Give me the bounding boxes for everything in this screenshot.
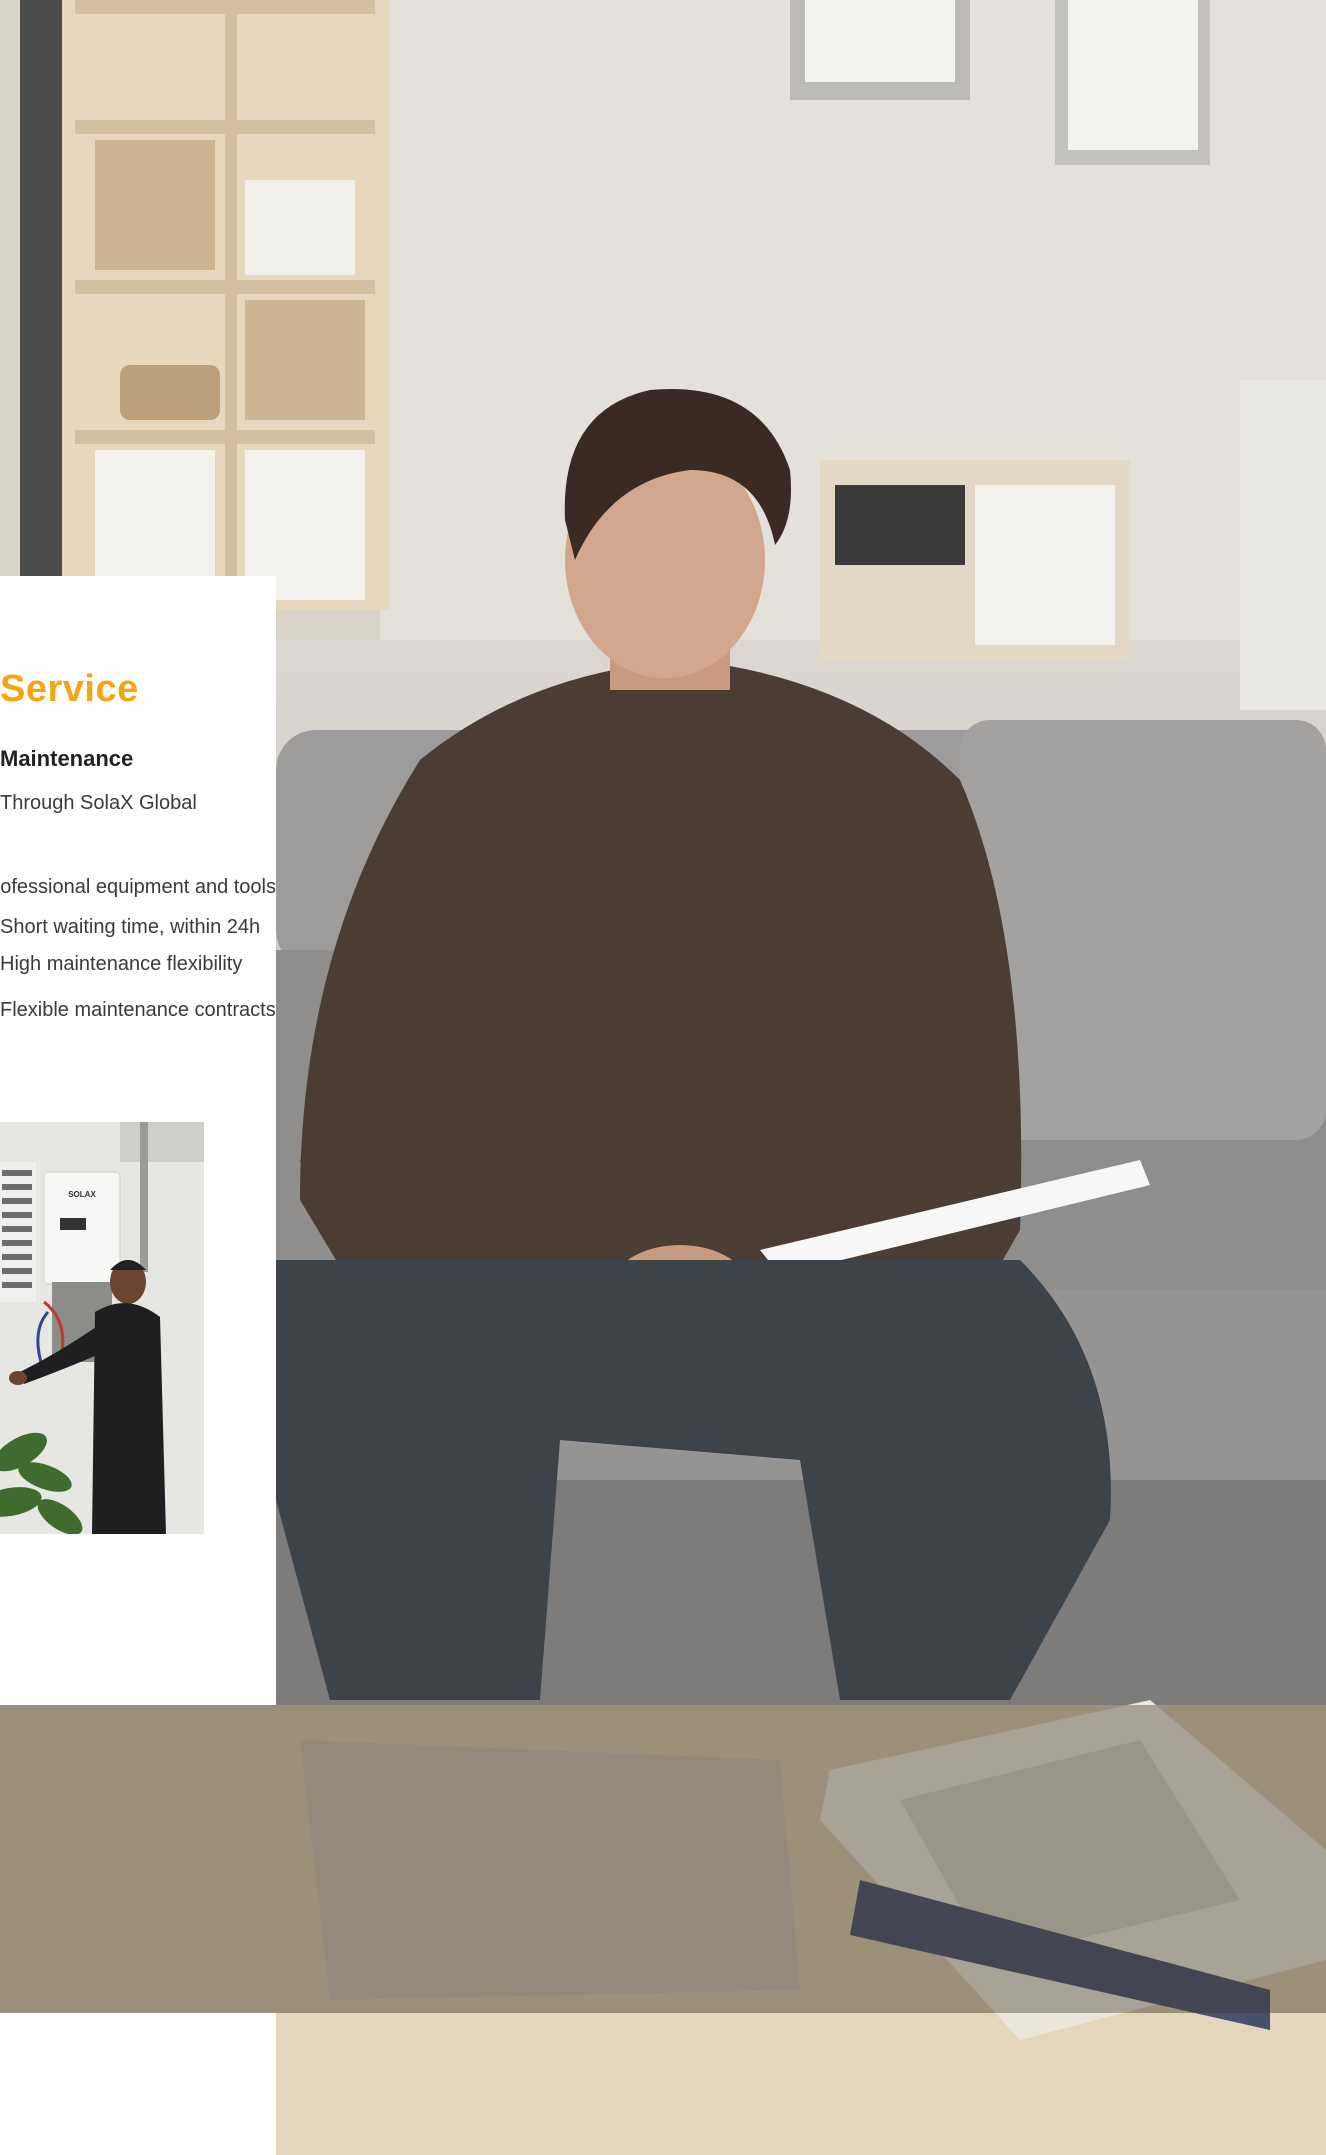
dark-overlay-band: [276, 1705, 1326, 2013]
brochure-page: Service Maintenance Through SolaX Global…: [0, 0, 1326, 2155]
panel-title: Service: [0, 668, 139, 710]
technician-photo: SOLAX: [0, 1122, 204, 1534]
body-line: Through SolaX Global: [0, 792, 197, 814]
body-line: Flexible maintenance contracts: [0, 999, 276, 1021]
device-brand-logo: SOLAX: [68, 1190, 96, 1199]
body-line: High maintenance flexibility: [0, 953, 243, 975]
body-line: Short waiting time, within 24h: [0, 916, 261, 938]
body-line: Professional equipment and tools: [0, 876, 276, 898]
brown-band: [0, 1705, 276, 2013]
panel-subtitle: Maintenance: [0, 746, 134, 771]
technician-photo-illustration: [0, 1122, 204, 1534]
